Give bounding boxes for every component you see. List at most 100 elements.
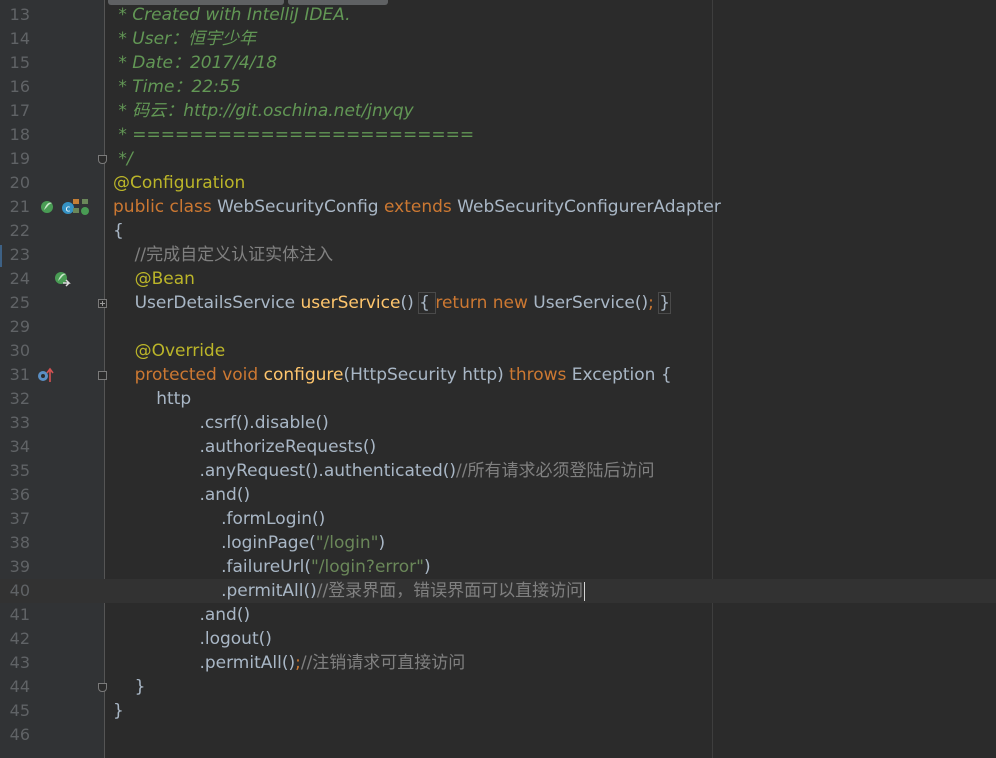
line-number[interactable]: 37 [0,507,30,531]
code-line[interactable]: 46 [0,723,996,747]
code-line[interactable]: 43 .permitAll();//注销请求可直接访问 [0,651,996,675]
code-text[interactable]: http [113,387,191,411]
code-text[interactable]: public class WebSecurityConfig extends W… [113,195,721,219]
code-text[interactable]: //完成自定义认证实体注入 [113,243,333,267]
line-number[interactable]: 30 [0,339,30,363]
code-text[interactable]: * ======================== [113,123,474,147]
code-text[interactable]: { [113,219,124,243]
code-text[interactable]: .and() [113,603,250,627]
code-line[interactable]: 20 @Configuration [0,171,996,195]
expand-fold-icon[interactable] [98,299,107,308]
spring-bean-navigate-icon[interactable] [52,269,72,289]
line-number[interactable]: 46 [0,723,30,747]
line-number[interactable]: 35 [0,459,30,483]
line-number[interactable]: 25 [0,291,30,315]
override-method-icon[interactable] [36,365,56,385]
collapse-fold-icon[interactable] [98,155,107,164]
code-text[interactable]: * Created with IntelliJ IDEA. [113,3,350,27]
code-line[interactable]: 38 .loginPage("/login") [0,531,996,555]
code-line[interactable]: 34 .authorizeRequests() [0,435,996,459]
code-line[interactable]: 33 .csrf().disable() [0,411,996,435]
code-text[interactable]: .loginPage("/login") [113,531,385,555]
line-number[interactable]: 16 [0,75,30,99]
code-line[interactable]: 39 .failureUrl("/login?error") [0,555,996,579]
code-text[interactable]: .anyRequest().authenticated()//所有请求必须登陆后… [113,459,654,483]
code-line[interactable]: 13 * Created with IntelliJ IDEA. [0,3,996,27]
code-line[interactable]: 37 .formLogin() [0,507,996,531]
code-line[interactable]: 19 */ [0,147,996,171]
line-number[interactable]: 34 [0,435,30,459]
code-line[interactable]: 25 UserDetailsService userService() { re… [0,291,996,315]
line-number[interactable]: 40 [0,579,30,603]
code-line[interactable]: 31 protected void configure(HttpSecurity… [0,363,996,387]
code-line[interactable]: 44 } [0,675,996,699]
code-text[interactable]: .formLogin() [113,507,325,531]
code-line[interactable]: 35 .anyRequest().authenticated()//所有请求必须… [0,459,996,483]
line-number[interactable]: 21 [0,195,30,219]
code-line[interactable]: 15 * Date：2017/4/18 [0,51,996,75]
spring-bean-icon[interactable] [38,197,58,217]
code-text[interactable]: .csrf().disable() [113,411,328,435]
line-number[interactable]: 15 [0,51,30,75]
code-text[interactable]: } [113,699,124,723]
code-text[interactable]: protected void configure(HttpSecurity ht… [113,363,672,387]
line-number[interactable]: 17 [0,99,30,123]
code-text[interactable]: * Time：22:55 [113,75,240,99]
code-line[interactable]: 23 //完成自定义认证实体注入 [0,243,996,267]
code-line[interactable]: 45} [0,699,996,723]
code-text[interactable]: @Configuration [113,171,245,195]
code-text[interactable]: @Bean [113,267,195,291]
code-text[interactable]: .failureUrl("/login?error") [113,555,431,579]
line-number[interactable]: 38 [0,531,30,555]
collapse-fold-icon[interactable] [98,683,107,692]
line-number[interactable]: 24 [0,267,30,291]
code-text[interactable]: .and() [113,483,250,507]
line-number[interactable]: 13 [0,3,30,27]
line-number[interactable]: 36 [0,483,30,507]
line-number[interactable]: 19 [0,147,30,171]
code-text[interactable]: .permitAll()//登录界面，错误界面可以直接访问 [113,579,586,603]
code-text[interactable]: * User：恒宇少年 [113,27,256,51]
code-line[interactable]: 42 .logout() [0,627,996,651]
line-number[interactable]: 43 [0,651,30,675]
code-text[interactable]: .permitAll();//注销请求可直接访问 [113,651,465,675]
line-number[interactable]: 39 [0,555,30,579]
code-line[interactable]: 18 * ======================== [0,123,996,147]
code-text[interactable]: } [113,675,146,699]
code-line[interactable]: 17 * 码云：http://git.oschina.net/jnyqy [0,99,996,123]
line-number[interactable]: 14 [0,27,30,51]
line-number[interactable]: 22 [0,219,30,243]
code-line[interactable]: 29 [0,315,996,339]
code-text[interactable]: UserDetailsService userService() { retur… [113,291,672,315]
line-number[interactable]: 33 [0,411,30,435]
code-text[interactable]: .authorizeRequests() [113,435,376,459]
code-line[interactable]: 41 .and() [0,603,996,627]
code-line[interactable]: 21 public class WebSecurityConfig extends… [0,195,996,219]
line-number[interactable]: 29 [0,315,30,339]
code-text[interactable]: */ [113,147,132,171]
code-text[interactable]: * Date：2017/4/18 [113,51,277,75]
code-line[interactable]: 24 @Bean [0,267,996,291]
code-line[interactable]: 22 { [0,219,996,243]
line-number[interactable]: 45 [0,699,30,723]
code-text[interactable]: .logout() [113,627,271,651]
code-text[interactable]: * 码云：http://git.oschina.net/jnyqy [113,99,413,123]
code-line[interactable]: 30 @Override [0,339,996,363]
code-line[interactable]: 32 http [0,387,996,411]
code-line[interactable]: 36 .and() [0,483,996,507]
line-number[interactable]: 23 [0,243,30,267]
line-number[interactable]: 18 [0,123,30,147]
code-line[interactable]: 14 * User：恒宇少年 [0,27,996,51]
line-number[interactable]: 44 [0,675,30,699]
code-line[interactable]: 16 * Time：22:55 [0,75,996,99]
line-number[interactable]: 31 [0,363,30,387]
line-number[interactable]: 41 [0,603,30,627]
spring-config-icon[interactable] [71,197,91,217]
line-number[interactable]: 42 [0,627,30,651]
line-number[interactable]: 20 [0,171,30,195]
line-number[interactable]: 32 [0,387,30,411]
code-text[interactable]: @Override [113,339,226,363]
collapse-fold-icon[interactable] [98,371,107,380]
code-editor[interactable]: 13 * Created with IntelliJ IDEA. 14 * Use… [0,0,996,758]
code-line[interactable]: 40 .permitAll()//登录界面，错误界面可以直接访问 [0,579,996,603]
